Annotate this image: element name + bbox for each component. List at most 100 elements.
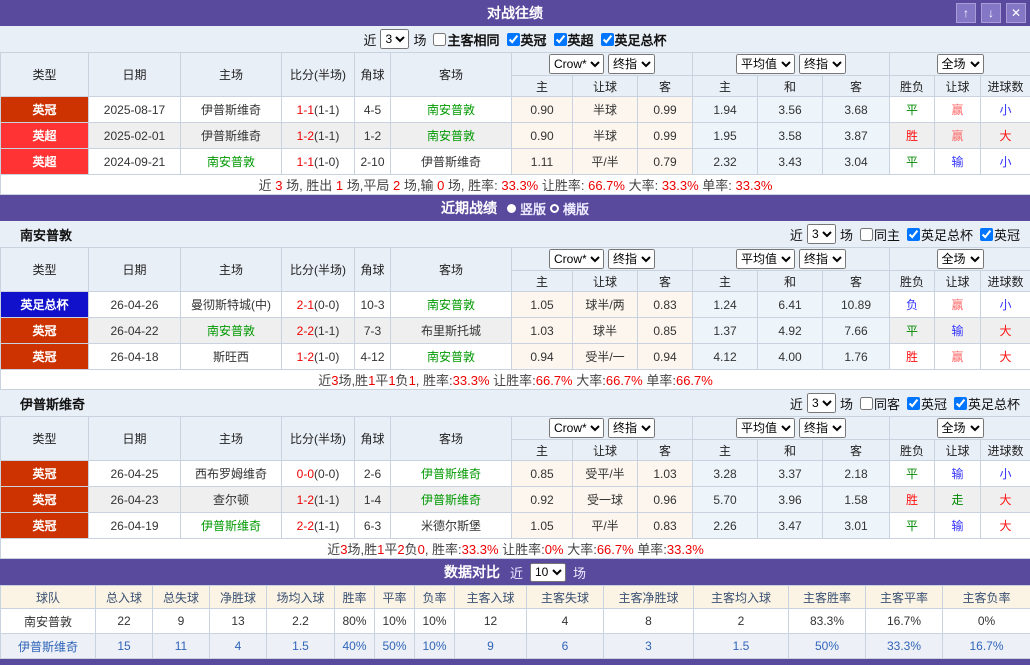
cmp-col-hv-goals-for: 主客入球	[454, 585, 527, 609]
result-scope-header: 全场	[889, 416, 1030, 440]
compare-table: 球队 总入球 总失球 净胜球 场均入球 胜率 平率 负率 主客入球 主客失球 主…	[0, 585, 1030, 659]
h2h-table: 类型 日期 主场 比分(半场) 角球 客场 Crow* 终指 平均值 终指 全场 主…	[0, 52, 1030, 195]
compare-title-bar: 数据对比 近 10 场	[0, 559, 1030, 585]
match-date: 26-04-18	[88, 343, 181, 370]
cmp-col-team: 球队	[0, 585, 96, 609]
col-home: 主场	[180, 416, 282, 461]
euro-source-select[interactable]: 平均值	[736, 418, 795, 438]
bookmaker-select[interactable]: Crow*	[549, 54, 604, 74]
match-date: 2025-08-17	[88, 96, 181, 123]
odds-home: 0.90	[511, 96, 573, 123]
match-date: 26-04-25	[88, 460, 181, 487]
bookmaker-select[interactable]: Crow*	[549, 249, 604, 269]
col-type: 类型	[0, 52, 89, 97]
goals-cell: 小	[980, 148, 1030, 175]
ips-team-row: 伊普斯维奇 近 3 场 同客 英冠 英足总杯	[0, 390, 1030, 416]
eu-draw: 6.41	[757, 291, 823, 318]
euro-stage-select[interactable]: 终指	[799, 418, 846, 438]
move-up-icon[interactable]: ↑	[956, 3, 976, 23]
col-eu-draw: 和	[757, 439, 823, 461]
league2-label: 英足总杯	[967, 396, 1020, 412]
score-cell: 0-0(0-0)	[281, 460, 355, 487]
col-result: 胜负	[889, 439, 936, 461]
odds-away: 0.99	[637, 122, 693, 149]
corner-cell: 7-3	[354, 317, 391, 344]
near-label: 近	[363, 32, 377, 48]
h2h-games-select[interactable]: 3	[380, 29, 410, 49]
h2h-summary-row: 近 3 场, 胜出 1 场,平局 2 场,输 0 场, 胜率: 33.3% 让胜…	[0, 174, 1030, 195]
corner-cell: 10-3	[354, 291, 391, 318]
result-scope-header: 全场	[889, 247, 1030, 271]
league1-checkbox[interactable]	[906, 396, 920, 410]
cmp-col-hv-avg-goals: 主客均入球	[693, 585, 789, 609]
league2-checkbox[interactable]	[979, 227, 993, 241]
same-away-label: 同客	[873, 396, 900, 412]
euro-source-select[interactable]: 平均值	[736, 54, 795, 74]
vertical-label[interactable]: 竖版	[520, 199, 546, 218]
same-venue-checkbox[interactable]	[433, 32, 447, 46]
stat-cell: 4	[209, 633, 267, 659]
same-home-checkbox[interactable]	[859, 227, 873, 241]
bookmaker-select[interactable]: Crow*	[549, 418, 604, 438]
euro-source-select[interactable]: 平均值	[736, 249, 795, 269]
eu-draw: 3.37	[757, 460, 823, 487]
move-down-icon[interactable]: ↓	[981, 3, 1001, 23]
close-icon[interactable]: ✕	[1006, 3, 1026, 23]
euro-stage-select[interactable]: 终指	[799, 249, 846, 269]
stat-cell: 6	[526, 633, 604, 659]
h2h-filter-row: 近 3 场 主客相同 英冠 英超 英足总杯	[0, 26, 1030, 52]
col-away: 客场	[390, 52, 512, 97]
odds-stage-select[interactable]: 终指	[608, 54, 655, 74]
col-score: 比分(半场)	[281, 52, 355, 97]
col-odds-home: 主	[511, 439, 573, 461]
odds-hcp: 受半/一	[572, 343, 638, 370]
euro-stage-select[interactable]: 终指	[799, 54, 846, 74]
odds-stage-select[interactable]: 终指	[608, 249, 655, 269]
col-hcp-result: 让球	[934, 270, 982, 292]
ips-games-select[interactable]: 3	[806, 393, 836, 413]
same-home-label: 同主	[873, 227, 900, 243]
cmp-col-hv-draw-rate: 主客平率	[865, 585, 943, 609]
col-corner: 角球	[354, 52, 391, 97]
col-eu-away: 客	[821, 270, 891, 292]
home-team: 查尔顿	[180, 486, 282, 513]
cmp-col-hv-loss-rate: 主客负率	[942, 585, 1030, 609]
stat-cell: 50%	[788, 633, 866, 659]
league3-checkbox[interactable]	[600, 32, 614, 46]
league1-checkbox[interactable]	[906, 227, 920, 241]
league1-checkbox[interactable]	[506, 32, 520, 46]
odds-stage-select[interactable]: 终指	[608, 418, 655, 438]
compare-games-select[interactable]: 10	[530, 562, 566, 582]
ips-summary-row: 近3场,胜1平2负0, 胜率:33.3% 让胜率:0% 大率:66.7% 单率:…	[0, 538, 1030, 559]
same-away-checkbox[interactable]	[859, 396, 873, 410]
scope-select[interactable]: 全场	[936, 249, 984, 269]
col-eu-away: 客	[821, 439, 891, 461]
scope-select[interactable]: 全场	[936, 418, 984, 438]
league2-checkbox[interactable]	[953, 396, 967, 410]
horizontal-radio[interactable]	[550, 203, 559, 213]
odds-away: 0.94	[637, 343, 693, 370]
score-cell: 1-1(1-1)	[281, 96, 355, 123]
league2-checkbox[interactable]	[553, 32, 567, 46]
match-date: 26-04-23	[88, 486, 181, 513]
vertical-radio[interactable]	[506, 203, 516, 213]
col-eu-draw: 和	[757, 270, 823, 292]
stat-cell: 16.7%	[865, 608, 943, 634]
ips-table: 类型 日期 主场 比分(半场) 角球 客场 Crow* 终指 平均值 终指 全场 主…	[0, 416, 1030, 559]
cmp-col-avg-goals: 场均入球	[266, 585, 335, 609]
stat-cell: 22	[95, 608, 153, 634]
hcp-result-cell: 输	[934, 512, 982, 539]
scope-select[interactable]: 全场	[936, 54, 984, 74]
compare-title: 数据对比	[443, 564, 500, 580]
eu-away: 3.87	[821, 122, 891, 149]
league1-label: 英冠	[520, 32, 547, 48]
horizontal-label[interactable]: 横版	[563, 199, 589, 218]
ips-filter: 近 3 场 同客 英冠 英足总杯	[790, 393, 1020, 413]
stat-cell: 9	[454, 633, 527, 659]
asia-odds-header: Crow* 终指	[511, 247, 693, 271]
league2-label: 英冠	[993, 227, 1020, 243]
score-cell: 2-2(1-1)	[281, 512, 355, 539]
south-games-select[interactable]: 3	[806, 224, 836, 244]
h2h-summary: 近 3 场, 胜出 1 场,平局 2 场,输 0 场, 胜率: 33.3% 让胜…	[0, 174, 1030, 195]
euro-odds-header: 平均值 终指	[691, 247, 891, 271]
